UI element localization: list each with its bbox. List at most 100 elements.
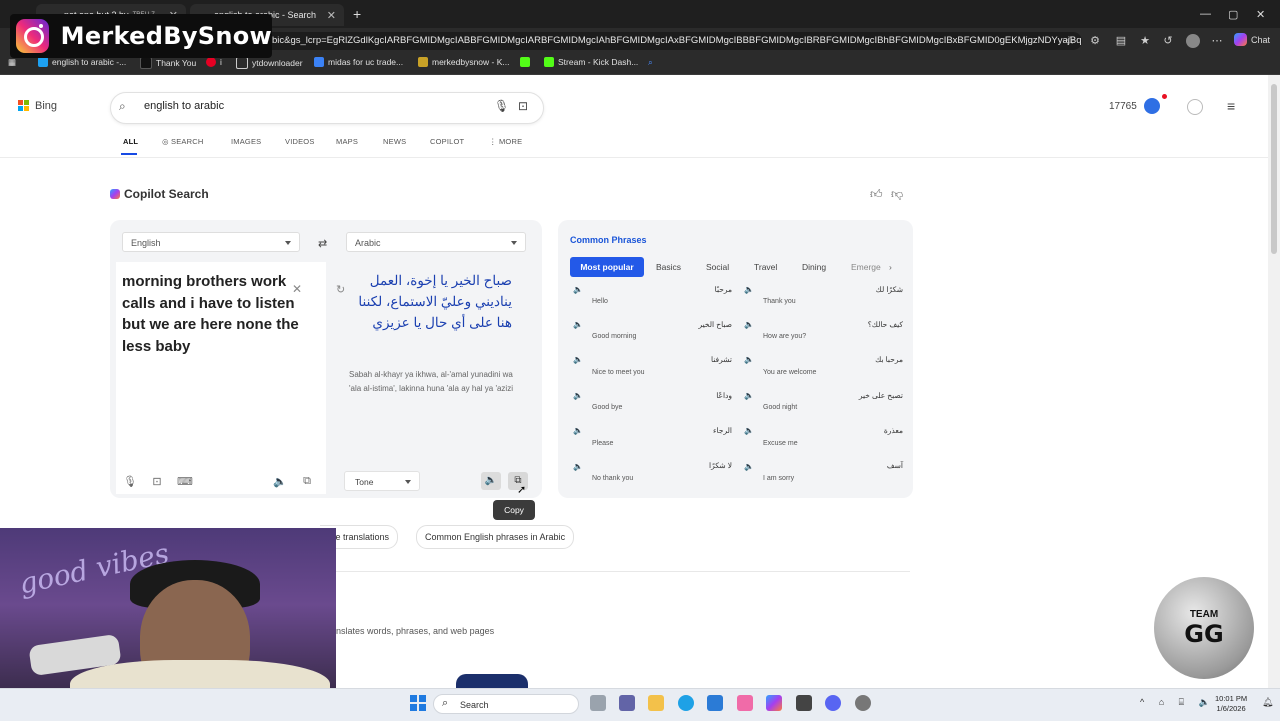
pinterest-icon [206, 57, 216, 67]
keyboard-icon[interactable]: ⌨ [177, 475, 193, 488]
split-icon[interactable]: ▤ [1114, 34, 1128, 48]
favorite-item[interactable]: midas for uc trade... [314, 57, 403, 67]
speaker-icon[interactable]: 🔈 [573, 462, 583, 471]
tab-social[interactable]: Social [706, 257, 729, 277]
tab-search[interactable]: ◎ SEARCH [162, 137, 204, 146]
target-language-select[interactable]: Arabic [346, 232, 526, 252]
tab-maps[interactable]: MAPS [336, 137, 358, 146]
search-input[interactable]: english to arabic [144, 100, 224, 112]
discord-icon[interactable] [825, 695, 841, 711]
task-view-icon[interactable] [590, 695, 606, 711]
scrollbar-thumb[interactable] [1271, 84, 1277, 254]
phrase-english: Please [592, 440, 614, 447]
app-icon[interactable] [796, 695, 812, 711]
speaker-icon[interactable]: 🔈 [273, 475, 287, 488]
tab-basics[interactable]: Basics [656, 257, 681, 277]
microphone-icon[interactable]: 🎙 [494, 99, 509, 113]
sidebar-toggle-icon[interactable]: ▦ [8, 57, 16, 68]
rewards-points[interactable]: 17765 [1109, 101, 1137, 112]
tone-select[interactable]: Tone [344, 471, 420, 491]
favorite-item[interactable] [520, 57, 530, 67]
address-bar[interactable]: bic&gs_lcrp=EgRlZGdlKgcIARBFGMIDMgcIABBF… [262, 32, 1082, 50]
chevron-right-icon[interactable]: › [889, 257, 892, 277]
speaker-icon[interactable]: 🔈 [573, 355, 583, 364]
favorite-star-icon[interactable]: ☆ [1063, 34, 1077, 48]
close-icon[interactable]: ✕ [327, 9, 336, 22]
swap-languages-icon[interactable]: ⇄ [318, 237, 327, 250]
menu-icon[interactable]: ≡ [1227, 98, 1235, 114]
tab-copilot[interactable]: COPILOT [430, 137, 464, 146]
more-icon[interactable]: ⋯ [1210, 34, 1224, 48]
edge-icon[interactable] [678, 695, 694, 711]
phrase-english: I am sorry [763, 475, 795, 482]
tab-most-popular[interactable]: Most popular [570, 257, 644, 277]
speaker-icon[interactable]: 🔈 [481, 472, 501, 490]
suggestion-chip[interactable]: Common English phrases in Arabic [416, 525, 575, 549]
windows-start-icon[interactable] [410, 695, 426, 711]
tab-emergency[interactable]: Emerge [851, 257, 885, 277]
thumbs-down-icon[interactable]: 👎︎ [891, 187, 903, 202]
bing-logo[interactable]: Bing [18, 100, 57, 112]
tab-videos[interactable]: VIDEOS [285, 137, 315, 146]
account-icon[interactable] [1187, 99, 1203, 115]
restore-icon[interactable]: ▢ [1228, 8, 1238, 21]
favorite-item[interactable]: english to arabic -... [38, 57, 126, 67]
tab-travel[interactable]: Travel [754, 257, 777, 277]
tab-news[interactable]: NEWS [383, 137, 406, 146]
badge-top-text: TEAM [1189, 608, 1219, 620]
app-icon[interactable] [737, 695, 753, 711]
profile-icon[interactable] [1186, 34, 1200, 48]
taskbar-search[interactable]: Search [433, 694, 579, 714]
favorite-item[interactable]: ytdownloader [236, 57, 303, 69]
minimize-icon[interactable]: — [1200, 8, 1211, 20]
favorite-item[interactable]: merkedbysnow - K... [418, 57, 509, 67]
favorite-item[interactable]: ⌕ [648, 57, 653, 68]
notifications-icon[interactable]: 🔔︎ [1262, 697, 1273, 708]
teams-icon[interactable] [619, 695, 635, 711]
speaker-icon[interactable]: 🔈 [573, 426, 583, 435]
thumbs-up-icon[interactable]: 👍︎ [870, 187, 883, 202]
transliteration: Sabah al-khayr ya ikhwa, al-'amal yunadi… [349, 370, 513, 393]
phrase-arabic: كيف حالك؟ [867, 320, 903, 329]
favorite-item[interactable]: i [206, 57, 222, 67]
system-tray-icons[interactable]: ^ ⌂ ⌸ 🔈 [1140, 697, 1216, 708]
speaker-icon[interactable]: 🔈 [744, 320, 754, 329]
copilot-icon[interactable] [766, 695, 782, 711]
camera-translate-icon[interactable]: ⊡ [150, 475, 164, 488]
speaker-icon[interactable]: 🔈 [744, 462, 754, 471]
speaker-icon[interactable]: 🔈 [744, 426, 754, 435]
speaker-icon[interactable]: 🔈 [573, 320, 583, 329]
taskbar-clock[interactable]: 10:01 PM 1/6/2026 [1215, 694, 1247, 714]
extensions-icon[interactable]: ⚙ [1088, 34, 1102, 48]
copy-source-icon[interactable]: ⧉ [300, 475, 314, 488]
history-icon[interactable]: ↺ [1161, 34, 1175, 48]
source-text-input[interactable]: morning brothers work calls and i have t… [122, 271, 300, 357]
clear-text-icon[interactable]: ✕ [292, 282, 302, 296]
visual-search-icon[interactable]: ⊡ [518, 99, 528, 113]
favorite-label: Stream - Kick Dash... [558, 57, 639, 67]
favorite-item[interactable]: Thank You [140, 57, 196, 69]
speaker-icon[interactable]: 🔈 [744, 391, 754, 400]
tab-all[interactable]: ALL [123, 137, 138, 146]
bing-logo-text: Bing [35, 100, 58, 112]
speaker-icon[interactable]: 🔈 [744, 355, 754, 364]
rewards-icon[interactable] [1144, 98, 1160, 114]
obs-icon[interactable] [855, 695, 871, 711]
tab-more[interactable]: ⋮ MORE [489, 137, 522, 146]
phrase-arabic: لا شكرًا [708, 461, 732, 470]
close-window-icon[interactable]: ✕ [1256, 8, 1265, 21]
tab-dining[interactable]: Dining [802, 257, 826, 277]
store-icon[interactable] [707, 695, 723, 711]
microphone-icon[interactable]: 🎙 [123, 475, 137, 488]
favorite-item[interactable]: Stream - Kick Dash... [544, 57, 638, 67]
speaker-icon[interactable]: 🔈 [573, 285, 583, 294]
tab-images[interactable]: IMAGES [231, 137, 261, 146]
result-button[interactable] [456, 674, 528, 688]
copilot-chat-button[interactable]: Chat [1234, 33, 1270, 46]
file-explorer-icon[interactable] [648, 695, 664, 711]
source-language-select[interactable]: English [122, 232, 300, 252]
speaker-icon[interactable]: 🔈 [573, 391, 583, 400]
speaker-icon[interactable]: 🔈 [744, 285, 754, 294]
new-tab-icon[interactable]: + [353, 6, 361, 22]
favorites-icon[interactable]: ★ [1138, 34, 1152, 48]
